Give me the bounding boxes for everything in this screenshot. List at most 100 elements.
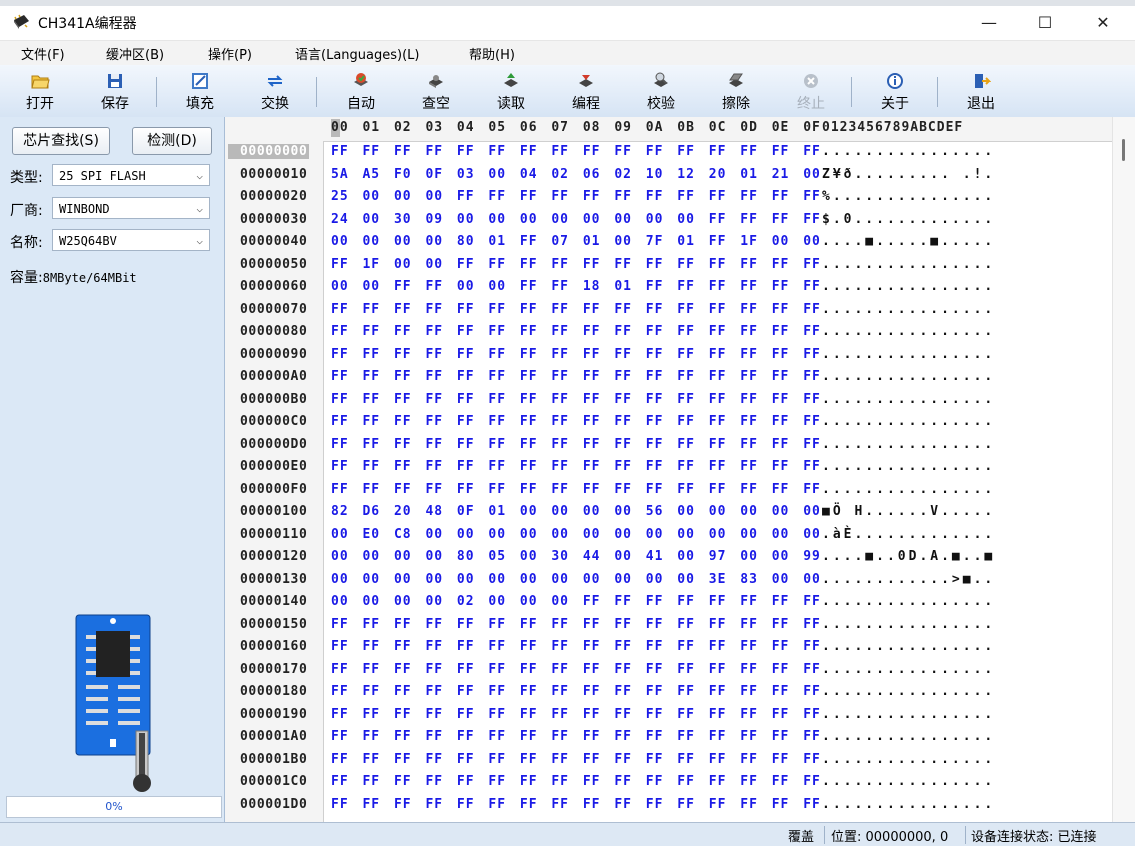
- row-ascii[interactable]: ................: [822, 774, 995, 789]
- hex-row[interactable]: 00000180 FF FF FF FF FF FF FF FF FF FF FF…: [225, 681, 1112, 703]
- row-ascii[interactable]: ................: [822, 347, 995, 362]
- hex-row[interactable]: 00000070 FF FF FF FF FF FF FF FF FF FF FF…: [225, 299, 1112, 321]
- row-bytes[interactable]: FF FF FF FF FF FF FF FF FF FF FF FF FF F…: [331, 302, 821, 317]
- fill-button[interactable]: 填充: [168, 67, 232, 115]
- row-ascii[interactable]: ................: [822, 482, 995, 497]
- row-ascii[interactable]: ................: [822, 797, 995, 812]
- row-bytes[interactable]: 82 D6 20 48 0F 01 00 00 00 00 56 00 00 0…: [331, 504, 821, 519]
- row-ascii[interactable]: ................: [822, 594, 995, 609]
- hex-row[interactable]: 00000080 FF FF FF FF FF FF FF FF FF FF FF…: [225, 321, 1112, 343]
- hex-row[interactable]: 00000050 FF 1F 00 00 FF FF FF FF FF FF FF…: [225, 254, 1112, 276]
- about-button[interactable]: 关于: [863, 67, 927, 115]
- row-bytes[interactable]: FF FF FF FF FF FF FF FF FF FF FF FF FF F…: [331, 482, 821, 497]
- hex-row[interactable]: 00000020 25 00 00 00 FF FF FF FF FF FF FF…: [225, 186, 1112, 208]
- hex-row[interactable]: 00000120 00 00 00 00 80 05 00 30 44 00 41…: [225, 546, 1112, 568]
- row-bytes[interactable]: FF FF FF FF FF FF FF FF FF FF FF FF FF F…: [331, 414, 821, 429]
- row-bytes[interactable]: FF FF FF FF FF FF FF FF FF FF FF FF FF F…: [331, 392, 821, 407]
- row-ascii[interactable]: ................: [822, 684, 995, 699]
- row-bytes[interactable]: FF FF FF FF FF FF FF FF FF FF FF FF FF F…: [331, 144, 821, 159]
- hex-row[interactable]: 00000110 00 E0 C8 00 00 00 00 00 00 00 00…: [225, 524, 1112, 546]
- auto-button[interactable]: 自动: [329, 67, 393, 115]
- menu-file[interactable]: 文件(F): [21, 44, 65, 63]
- row-ascii[interactable]: %...............: [822, 189, 995, 204]
- row-bytes[interactable]: 25 00 00 00 FF FF FF FF FF FF FF FF FF F…: [331, 189, 821, 204]
- hex-row[interactable]: 000001B0 FF FF FF FF FF FF FF FF FF FF FF…: [225, 749, 1112, 771]
- vendor-select[interactable]: WINBOND ⌵: [52, 197, 210, 219]
- row-bytes[interactable]: 24 00 30 09 00 00 00 00 00 00 00 00 FF F…: [331, 212, 821, 227]
- hex-row[interactable]: 000000F0 FF FF FF FF FF FF FF FF FF FF FF…: [225, 479, 1112, 501]
- row-bytes[interactable]: FF FF FF FF FF FF FF FF FF FF FF FF FF F…: [331, 639, 821, 654]
- row-ascii[interactable]: ....■.....■.....: [822, 234, 995, 249]
- row-ascii[interactable]: ................: [822, 707, 995, 722]
- row-bytes[interactable]: FF FF FF FF FF FF FF FF FF FF FF FF FF F…: [331, 369, 821, 384]
- stop-button[interactable]: 终止: [779, 67, 843, 115]
- hex-row[interactable]: 000001C0 FF FF FF FF FF FF FF FF FF FF FF…: [225, 771, 1112, 793]
- hex-row[interactable]: 00000100 82 D6 20 48 0F 01 00 00 00 00 56…: [225, 501, 1112, 523]
- hex-row[interactable]: 00000170 FF FF FF FF FF FF FF FF FF FF FF…: [225, 659, 1112, 681]
- row-bytes[interactable]: FF FF FF FF FF FF FF FF FF FF FF FF FF F…: [331, 324, 821, 339]
- row-bytes[interactable]: FF FF FF FF FF FF FF FF FF FF FF FF FF F…: [331, 684, 821, 699]
- swap-button[interactable]: 交换: [243, 67, 307, 115]
- row-ascii[interactable]: ....■..0D.A.■..■: [822, 549, 995, 564]
- hex-row[interactable]: 00000150 FF FF FF FF FF FF FF FF FF FF FF…: [225, 614, 1112, 636]
- row-bytes[interactable]: FF FF FF FF FF FF FF FF FF FF FF FF FF F…: [331, 797, 821, 812]
- row-ascii[interactable]: ................: [822, 729, 995, 744]
- hex-row[interactable]: 00000030 24 00 30 09 00 00 00 00 00 00 00…: [225, 209, 1112, 231]
- row-bytes[interactable]: FF FF FF FF FF FF FF FF FF FF FF FF FF F…: [331, 752, 821, 767]
- open-button[interactable]: 打开: [8, 67, 72, 115]
- erase-button[interactable]: 擦除: [704, 67, 768, 115]
- hex-row[interactable]: 000000D0 FF FF FF FF FF FF FF FF FF FF FF…: [225, 434, 1112, 456]
- row-ascii[interactable]: ................: [822, 257, 995, 272]
- row-bytes[interactable]: FF FF FF FF FF FF FF FF FF FF FF FF FF F…: [331, 459, 821, 474]
- row-ascii[interactable]: ................: [822, 144, 995, 159]
- hex-row[interactable]: 00000060 00 00 FF FF 00 00 FF FF 18 01 FF…: [225, 276, 1112, 298]
- row-ascii[interactable]: ................: [822, 414, 995, 429]
- menu-buffer[interactable]: 缓冲区(B): [106, 44, 164, 63]
- hex-row[interactable]: 00000130 00 00 00 00 00 00 00 00 00 00 00…: [225, 569, 1112, 591]
- type-select[interactable]: 25 SPI FLASH ⌵: [52, 164, 210, 186]
- row-bytes[interactable]: 00 00 00 00 80 05 00 30 44 00 41 00 97 0…: [331, 549, 821, 564]
- verify-button[interactable]: 校验: [629, 67, 693, 115]
- row-bytes[interactable]: 00 00 00 00 00 00 00 00 00 00 00 00 3E 8…: [331, 572, 821, 587]
- program-button[interactable]: 编程: [554, 67, 618, 115]
- row-ascii[interactable]: ................: [822, 639, 995, 654]
- hex-row[interactable]: 00000190 FF FF FF FF FF FF FF FF FF FF FF…: [225, 704, 1112, 726]
- hex-row[interactable]: 00000160 FF FF FF FF FF FF FF FF FF FF FF…: [225, 636, 1112, 658]
- row-ascii[interactable]: ................: [822, 459, 995, 474]
- maximize-button[interactable]: ☐: [1022, 6, 1068, 40]
- hex-row[interactable]: 000001A0 FF FF FF FF FF FF FF FF FF FF FF…: [225, 726, 1112, 748]
- menu-help[interactable]: 帮助(H): [469, 44, 515, 63]
- row-ascii[interactable]: Z¥ð......... .!.: [822, 167, 995, 182]
- minimize-button[interactable]: —: [966, 6, 1012, 40]
- blank-check-button[interactable]: 查空: [404, 67, 468, 115]
- row-ascii[interactable]: ................: [822, 392, 995, 407]
- menu-operation[interactable]: 操作(P): [208, 44, 252, 63]
- row-bytes[interactable]: FF FF FF FF FF FF FF FF FF FF FF FF FF F…: [331, 662, 821, 677]
- hex-row[interactable]: 00000010 5A A5 F0 0F 03 00 04 02 06 02 10…: [225, 164, 1112, 186]
- menu-language[interactable]: 语言(Languages)(L): [295, 44, 419, 63]
- row-bytes[interactable]: FF FF FF FF FF FF FF FF FF FF FF FF FF F…: [331, 617, 821, 632]
- read-button[interactable]: 读取: [479, 67, 543, 115]
- find-chip-button[interactable]: 芯片查找(S): [12, 127, 110, 155]
- row-ascii[interactable]: ................: [822, 324, 995, 339]
- hex-row[interactable]: 000001D0 FF FF FF FF FF FF FF FF FF FF FF…: [225, 794, 1112, 816]
- row-ascii[interactable]: ............>■..: [822, 572, 995, 587]
- hex-row[interactable]: 000000E0 FF FF FF FF FF FF FF FF FF FF FF…: [225, 456, 1112, 478]
- hex-row[interactable]: 00000090 FF FF FF FF FF FF FF FF FF FF FF…: [225, 344, 1112, 366]
- save-button[interactable]: 保存: [83, 67, 147, 115]
- chip-name-select[interactable]: W25Q64BV ⌵: [52, 229, 210, 251]
- row-ascii[interactable]: ................: [822, 437, 995, 452]
- hex-editor[interactable]: 00 01 02 03 04 05 06 07 08 09 0A 0B 0C 0…: [225, 117, 1112, 822]
- row-bytes[interactable]: FF 1F 00 00 FF FF FF FF FF FF FF FF FF F…: [331, 257, 821, 272]
- row-bytes[interactable]: FF FF FF FF FF FF FF FF FF FF FF FF FF F…: [331, 707, 821, 722]
- hex-row[interactable]: 000000B0 FF FF FF FF FF FF FF FF FF FF FF…: [225, 389, 1112, 411]
- row-bytes[interactable]: FF FF FF FF FF FF FF FF FF FF FF FF FF F…: [331, 347, 821, 362]
- row-bytes[interactable]: 5A A5 F0 0F 03 00 04 02 06 02 10 12 20 0…: [331, 167, 821, 182]
- row-ascii[interactable]: ................: [822, 279, 995, 294]
- hex-row[interactable]: 000000A0 FF FF FF FF FF FF FF FF FF FF FF…: [225, 366, 1112, 388]
- detect-button[interactable]: 检测(D): [132, 127, 212, 155]
- row-bytes[interactable]: FF FF FF FF FF FF FF FF FF FF FF FF FF F…: [331, 437, 821, 452]
- row-ascii[interactable]: $.0.............: [822, 212, 995, 227]
- row-bytes[interactable]: 00 00 00 00 02 00 00 00 FF FF FF FF FF F…: [331, 594, 821, 609]
- row-ascii[interactable]: ................: [822, 662, 995, 677]
